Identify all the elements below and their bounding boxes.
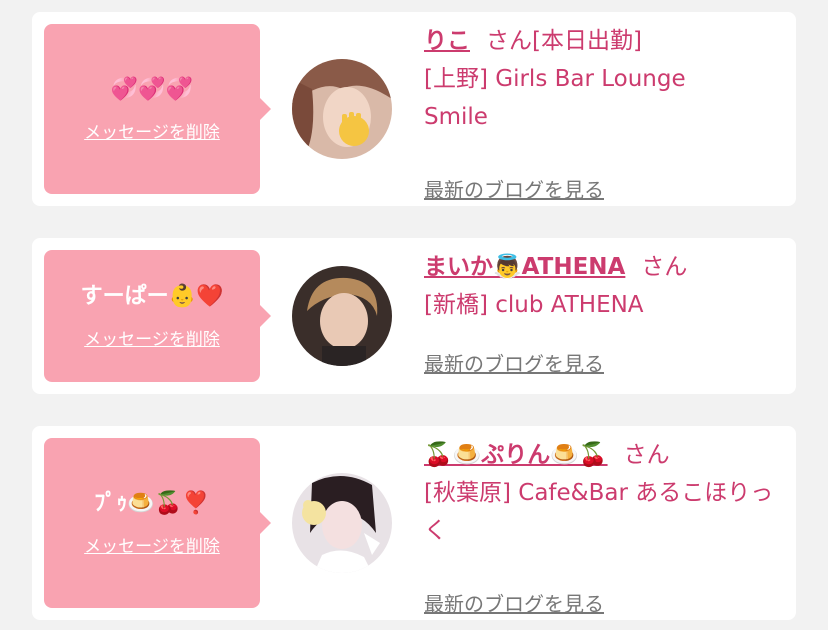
- member-info: まいか👼ATHENA さん [新橋] club ATHENA 最新のブログを見る: [424, 252, 786, 376]
- member-info: 🍒🍮ぷりん🍮🍒 さん [秋葉原] Cafe&Bar あるこほりっく 最新のブログを…: [424, 440, 786, 616]
- message-text: 💞💞💞: [110, 76, 194, 102]
- message-bubble: 💞💞💞 メッセージを削除: [44, 24, 271, 194]
- avatar[interactable]: [292, 266, 392, 366]
- message-card: ﾌﾟｩ🍮🍒❣️ メッセージを削除 🍒🍮ぷりん🍮🍒 さん [秋葉原] Cafe&Ba…: [32, 426, 796, 620]
- message-bubble: すーぱー👶❤️ メッセージを削除: [44, 250, 271, 382]
- shop-name: [秋葉原] Cafe&Bar あるこほりっく: [424, 480, 774, 544]
- shop-name: [上野] Girls Bar Lounge Smile: [424, 66, 686, 130]
- name-line: りこ さん[本日出勤]: [424, 26, 786, 56]
- latest-blog-link[interactable]: 最新のブログを見る: [424, 588, 604, 617]
- message-card: 💞💞💞 メッセージを削除 りこ さん[本日出勤] [上野] Girls Bar L…: [32, 12, 796, 206]
- delete-message-link[interactable]: メッセージを削除: [84, 118, 220, 143]
- message-bubble: ﾌﾟｩ🍮🍒❣️ メッセージを削除: [44, 438, 271, 608]
- honorific: さん: [623, 442, 670, 468]
- name-line: まいか👼ATHENA さん: [424, 252, 786, 282]
- honorific: さん[本日出勤]: [486, 28, 642, 54]
- member-name-link[interactable]: まいか👼ATHENA: [424, 254, 625, 280]
- avatar[interactable]: [292, 59, 392, 159]
- delete-message-link[interactable]: メッセージを削除: [84, 325, 220, 350]
- message-text: ﾌﾟｩ🍮🍒❣️: [94, 490, 210, 516]
- name-line: 🍒🍮ぷりん🍮🍒 さん: [424, 440, 786, 470]
- honorific: さん: [641, 254, 688, 280]
- latest-blog-link[interactable]: 最新のブログを見る: [424, 174, 604, 203]
- member-name-link[interactable]: 🍒🍮ぷりん🍮🍒: [424, 442, 608, 468]
- message-text: すーぱー👶❤️: [80, 283, 224, 309]
- avatar[interactable]: [292, 473, 392, 573]
- member-info: りこ さん[本日出勤] [上野] Girls Bar Lounge Smile 最…: [424, 26, 786, 202]
- member-name-link[interactable]: りこ: [424, 28, 470, 54]
- latest-blog-link[interactable]: 最新のブログを見る: [424, 348, 604, 377]
- message-card: すーぱー👶❤️ メッセージを削除 まいか👼ATHENA さん [新橋] club …: [32, 238, 796, 394]
- delete-message-link[interactable]: メッセージを削除: [84, 532, 220, 557]
- shop-name: [新橋] club ATHENA: [424, 292, 644, 318]
